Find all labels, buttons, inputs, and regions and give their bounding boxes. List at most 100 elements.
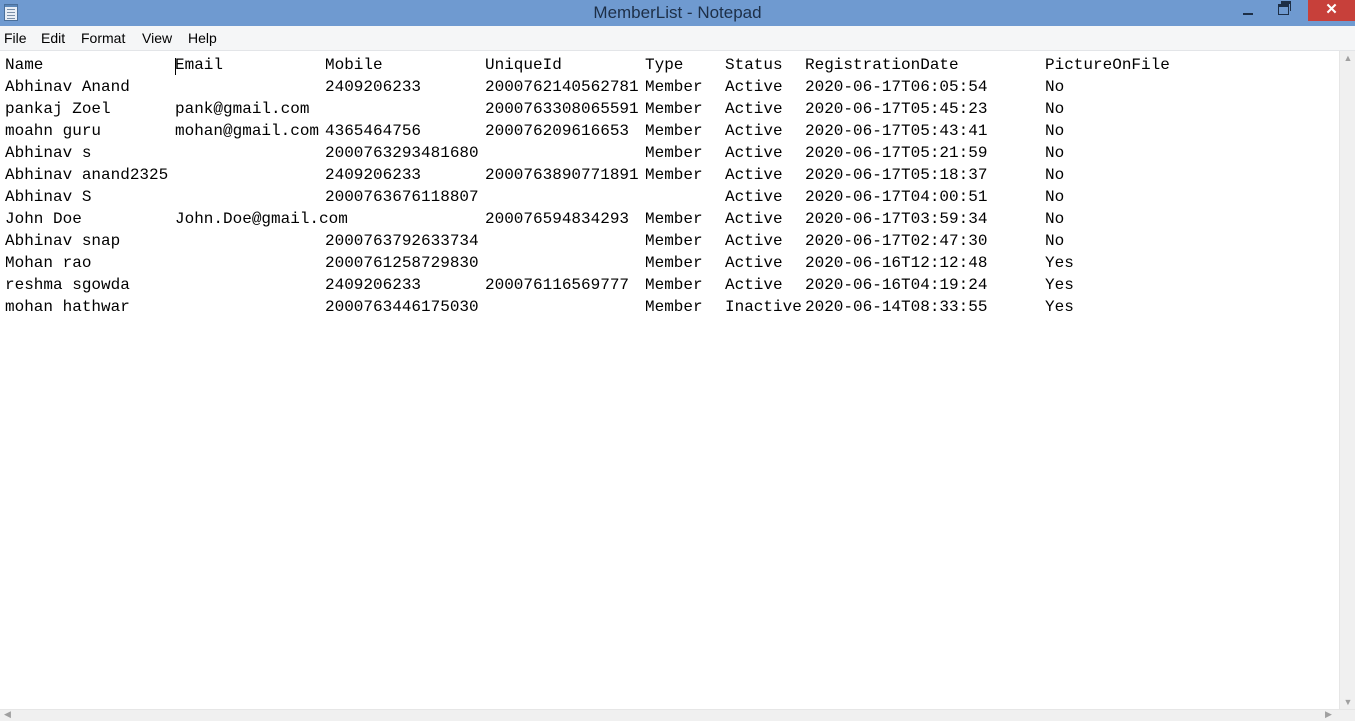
cell-type: Member xyxy=(645,254,703,272)
header-pictureonfile: PictureOnFile xyxy=(1045,56,1170,74)
cell-mobile: 2000761258729830 xyxy=(325,254,479,272)
cell-name: reshma sgowda xyxy=(5,276,130,294)
minimize-icon xyxy=(1243,13,1253,15)
cell-uniqueid: 2000762140562781 xyxy=(485,78,639,96)
cell-status: Active xyxy=(725,78,783,96)
cell-pictureonfile: No xyxy=(1045,78,1065,96)
cell-type: Member xyxy=(645,232,703,250)
cell-registrationdate: 2020-06-17T04:00:51 xyxy=(805,188,988,206)
cell-pictureonfile: No xyxy=(1045,232,1065,250)
cell-pictureonfile: Yes xyxy=(1045,298,1074,316)
cell-type: Member xyxy=(645,166,703,184)
cell-pictureonfile: No xyxy=(1045,100,1065,118)
cell-status: Inactive xyxy=(725,298,802,316)
cell-type: Member xyxy=(645,210,703,228)
header-type: Type xyxy=(645,56,684,74)
cell-registrationdate: 2020-06-17T05:18:37 xyxy=(805,166,988,184)
cell-type: Member xyxy=(645,122,703,140)
cell-status: Active xyxy=(725,188,783,206)
text-caret xyxy=(175,58,176,75)
vertical-scrollbar[interactable]: ▲ ▼ xyxy=(1339,51,1355,709)
cell-name: mohan hathwar xyxy=(5,298,130,316)
maximize-button[interactable] xyxy=(1268,0,1298,22)
horizontal-scrollbar[interactable]: ◀ ▶ xyxy=(0,709,1355,721)
cell-status: Active xyxy=(725,254,783,272)
cell-name: moahn guru xyxy=(5,122,102,140)
menu-edit[interactable]: Edit xyxy=(41,30,65,46)
cell-uniqueid: 200076116569777 xyxy=(485,276,630,294)
cell-name: pankaj Zoel xyxy=(5,100,111,118)
cell-status: Active xyxy=(725,210,783,228)
cell-pictureonfile: Yes xyxy=(1045,254,1074,272)
cell-registrationdate: 2020-06-17T05:43:41 xyxy=(805,122,988,140)
cell-mobile: 2000763792633734 xyxy=(325,232,479,250)
close-icon: ✕ xyxy=(1325,1,1338,18)
cell-mobile: 2409206233 xyxy=(325,78,422,96)
header-status: Status xyxy=(725,56,783,74)
cell-registrationdate: 2020-06-17T03:59:34 xyxy=(805,210,988,228)
cell-status: Active xyxy=(725,122,783,140)
cell-status: Active xyxy=(725,144,783,162)
cell-name: Mohan rao xyxy=(5,254,92,272)
scroll-down-icon[interactable]: ▼ xyxy=(1340,697,1355,707)
cell-name: Abhinav Anand xyxy=(5,78,130,96)
cell-status: Active xyxy=(725,276,783,294)
scroll-right-icon[interactable]: ▶ xyxy=(1325,709,1332,720)
title-bar[interactable]: MemberList - Notepad ✕ xyxy=(0,0,1355,26)
header-uniqueid: UniqueId xyxy=(485,56,562,74)
cell-pictureonfile: Yes xyxy=(1045,276,1074,294)
cell-pictureonfile: No xyxy=(1045,122,1065,140)
cell-pictureonfile: No xyxy=(1045,144,1065,162)
cell-pictureonfile: No xyxy=(1045,188,1065,206)
cell-registrationdate: 2020-06-16T04:19:24 xyxy=(805,276,988,294)
cell-pictureonfile: No xyxy=(1045,166,1065,184)
cell-type: Member xyxy=(645,276,703,294)
cell-email: John.Doe@gmail.com xyxy=(175,210,348,228)
cell-mobile: 2409206233 xyxy=(325,276,422,294)
cell-registrationdate: 2020-06-16T12:12:48 xyxy=(805,254,988,272)
cell-status: Active xyxy=(725,232,783,250)
menu-view[interactable]: View xyxy=(142,30,172,46)
menu-help[interactable]: Help xyxy=(188,30,217,46)
cell-registrationdate: 2020-06-14T08:33:55 xyxy=(805,298,988,316)
minimize-button[interactable] xyxy=(1232,0,1262,22)
scroll-up-icon[interactable]: ▲ xyxy=(1340,53,1355,63)
cell-registrationdate: 2020-06-17T05:21:59 xyxy=(805,144,988,162)
cell-email: pank@gmail.com xyxy=(175,100,310,118)
cell-status: Active xyxy=(725,100,783,118)
cell-mobile: 4365464756 xyxy=(325,122,422,140)
cell-mobile: 2000763446175030 xyxy=(325,298,479,316)
cell-name: Abhinav anand2325 xyxy=(5,166,169,184)
cell-mobile: 2409206233 xyxy=(325,166,422,184)
menu-format[interactable]: Format xyxy=(81,30,125,46)
menu-file[interactable]: File xyxy=(4,30,27,46)
cell-name: Abhinav s xyxy=(5,144,92,162)
header-registrationdate: RegistrationDate xyxy=(805,56,959,74)
header-email: Email xyxy=(175,56,224,74)
cell-uniqueid: 200076209616653 xyxy=(485,122,630,140)
cell-uniqueid: 2000763890771891 xyxy=(485,166,639,184)
menu-bar: File Edit Format View Help xyxy=(0,26,1355,51)
header-name: Name xyxy=(5,56,44,74)
cell-type: Member xyxy=(645,78,703,96)
cell-mobile: 2000763293481680 xyxy=(325,144,479,162)
cell-name: Abhinav snap xyxy=(5,232,121,250)
close-button[interactable]: ✕ xyxy=(1308,0,1355,21)
cell-registrationdate: 2020-06-17T05:45:23 xyxy=(805,100,988,118)
cell-type: Member xyxy=(645,144,703,162)
cell-type: Member xyxy=(645,100,703,118)
cell-mobile: 2000763676118807 xyxy=(325,188,479,206)
cell-registrationdate: 2020-06-17T06:05:54 xyxy=(805,78,988,96)
cell-uniqueid: 2000763308065591 xyxy=(485,100,639,118)
cell-name: John Doe xyxy=(5,210,82,228)
cell-status: Active xyxy=(725,166,783,184)
cell-name: Abhinav S xyxy=(5,188,92,206)
cell-pictureonfile: No xyxy=(1045,210,1065,228)
restore-icon-front xyxy=(1278,4,1289,15)
scroll-left-icon[interactable]: ◀ xyxy=(4,709,11,720)
header-mobile: Mobile xyxy=(325,56,383,74)
cell-registrationdate: 2020-06-17T02:47:30 xyxy=(805,232,988,250)
window-title: MemberList - Notepad xyxy=(593,3,762,22)
cell-email: mohan@gmail.com xyxy=(175,122,320,140)
text-editor[interactable]: Name Email Mobile UniqueId Type Status Registr… xyxy=(0,51,1339,709)
